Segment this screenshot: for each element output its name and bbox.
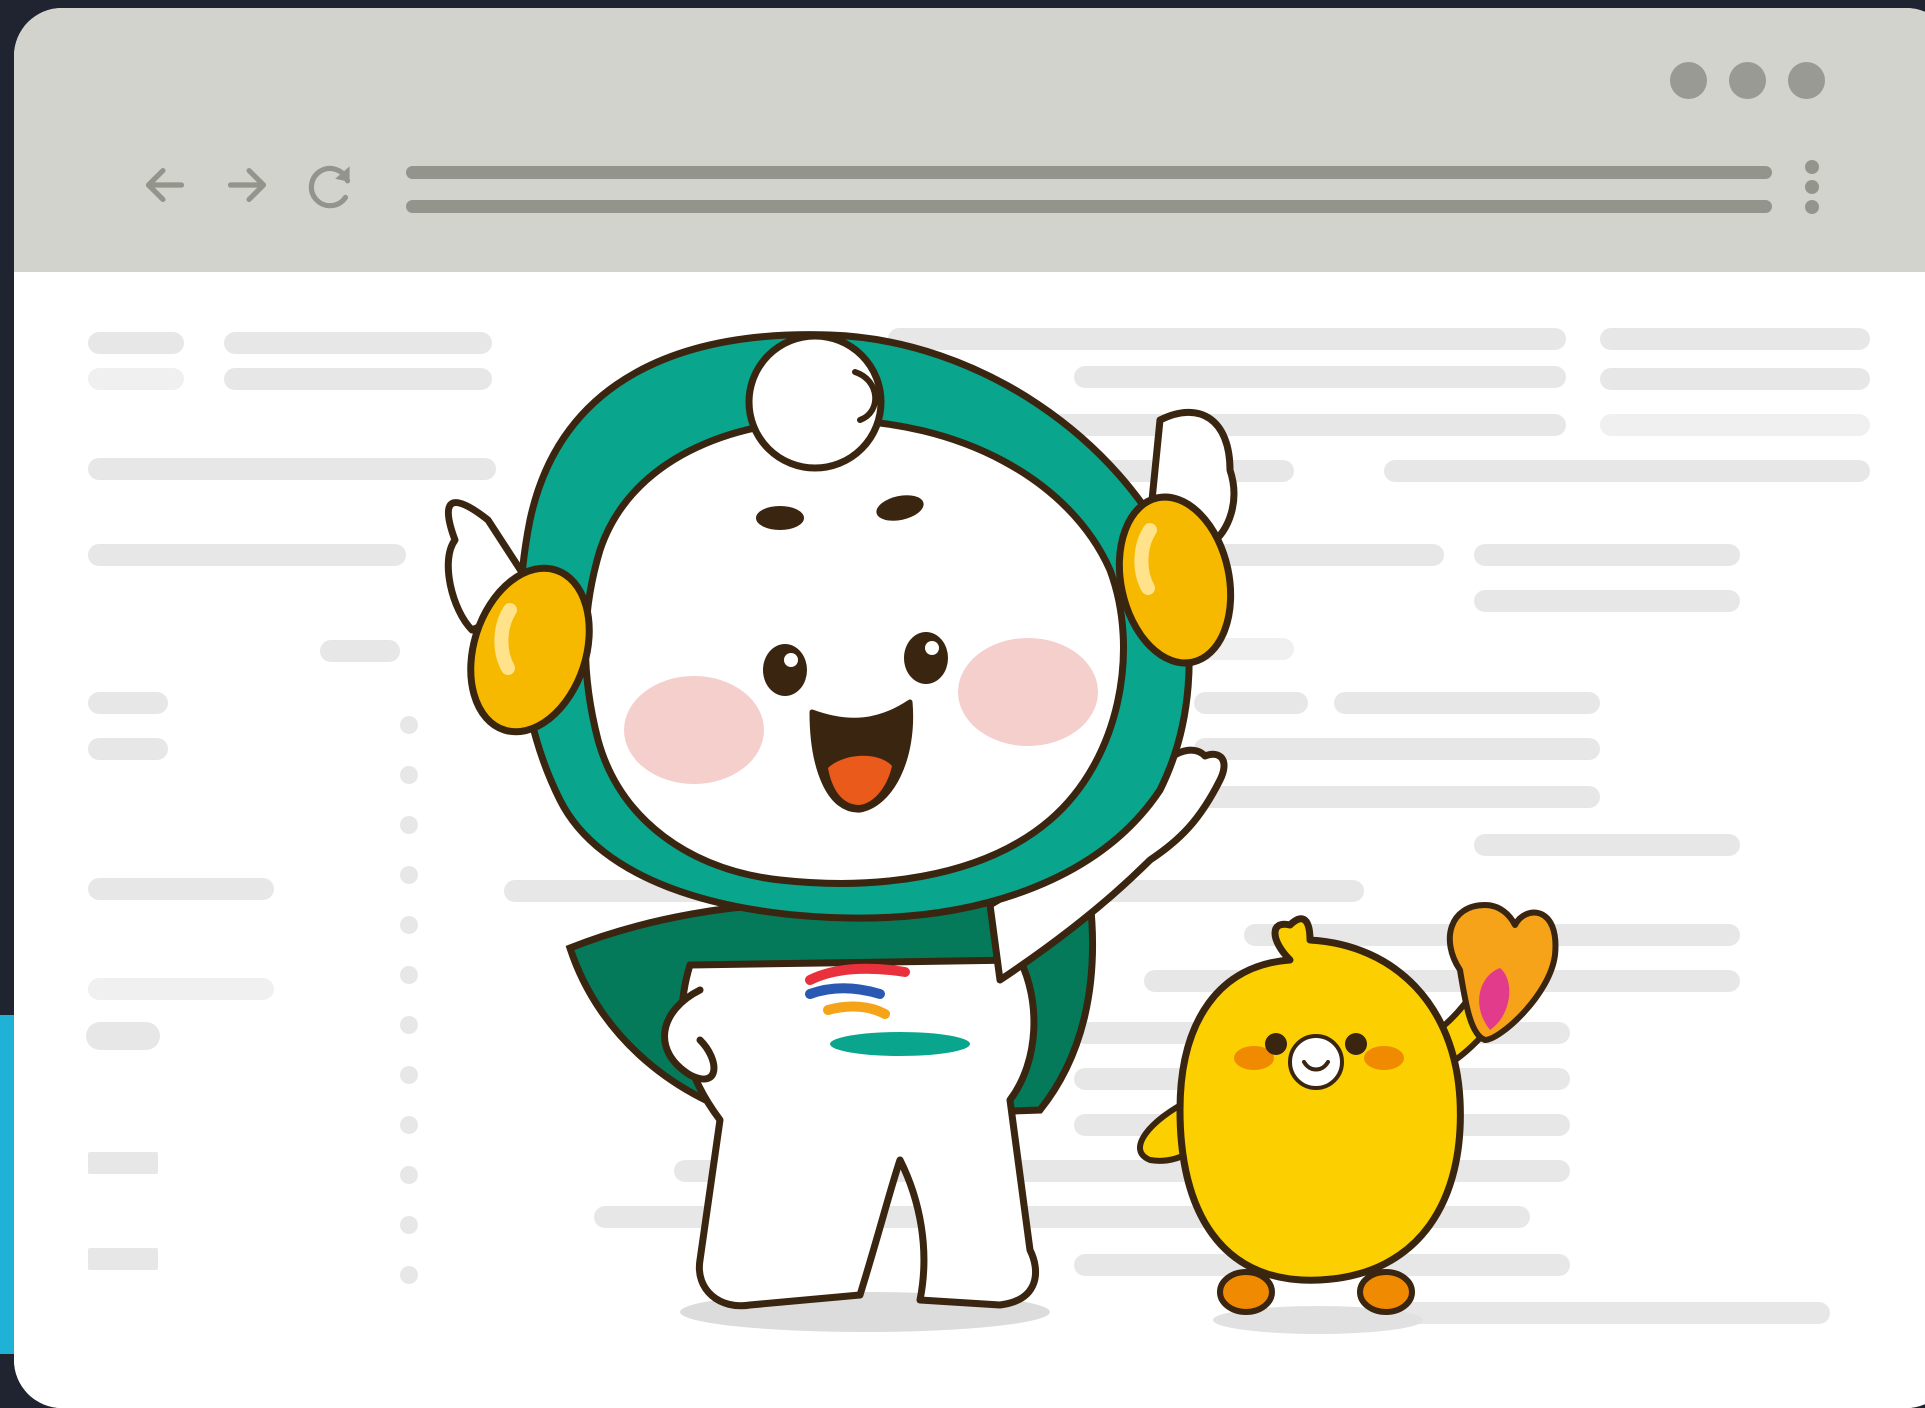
text-placeholder	[1074, 366, 1566, 388]
text-placeholder	[1194, 638, 1294, 660]
text-placeholder	[1334, 692, 1600, 714]
text-placeholder	[88, 368, 184, 390]
address-bar-line	[406, 166, 1772, 179]
text-placeholder	[1194, 692, 1308, 714]
list-bullet	[400, 966, 418, 984]
list-bullet	[400, 1116, 418, 1134]
text-placeholder	[1074, 1068, 1570, 1090]
list-bullet	[400, 916, 418, 934]
text-placeholder	[1384, 460, 1870, 482]
text-placeholder	[224, 332, 492, 354]
list-bullet	[400, 1266, 418, 1284]
window-controls	[1670, 62, 1825, 99]
text-placeholder	[1074, 1114, 1570, 1136]
list-bullet	[400, 766, 418, 784]
text-placeholder	[88, 544, 406, 566]
text-placeholder	[88, 1152, 158, 1174]
text-placeholder	[674, 1160, 1570, 1182]
text-placeholder	[1074, 1254, 1570, 1276]
list-bullet	[400, 1016, 418, 1034]
text-placeholder	[1474, 834, 1740, 856]
forward-button[interactable]	[216, 154, 278, 216]
text-placeholder	[88, 1248, 158, 1270]
text-placeholder	[88, 878, 274, 900]
text-placeholder	[88, 458, 496, 480]
text-placeholder	[1600, 414, 1870, 436]
text-placeholder	[1474, 544, 1740, 566]
text-placeholder	[1394, 1302, 1830, 1324]
list-bullet	[400, 1066, 418, 1084]
reload-icon	[308, 165, 351, 209]
text-placeholder	[86, 1022, 160, 1050]
text-placeholder	[594, 1206, 1530, 1228]
window-control-dot[interactable]	[1788, 62, 1825, 99]
reload-button[interactable]	[300, 154, 362, 216]
text-placeholder	[504, 880, 1364, 902]
text-placeholder	[88, 978, 274, 1000]
browser-toolbar	[14, 8, 1925, 272]
text-placeholder	[88, 692, 168, 714]
text-placeholder	[574, 414, 1566, 436]
list-bullet	[400, 866, 418, 884]
list-bullet	[400, 816, 418, 834]
page-content	[14, 272, 1925, 1408]
text-placeholder	[1194, 786, 1600, 808]
text-placeholder	[1144, 970, 1740, 992]
text-placeholder	[1600, 328, 1870, 350]
back-button[interactable]	[134, 154, 196, 216]
text-placeholder	[1244, 924, 1740, 946]
text-placeholder	[1214, 544, 1444, 566]
text-placeholder	[1044, 460, 1294, 482]
list-bullet	[400, 716, 418, 734]
text-placeholder	[1074, 1022, 1570, 1044]
arrow-right-icon	[227, 167, 267, 203]
arrow-left-icon	[145, 167, 185, 203]
text-placeholder	[1474, 590, 1740, 612]
text-placeholder	[1194, 738, 1600, 760]
text-placeholder	[888, 328, 1566, 350]
list-bullet	[400, 1166, 418, 1184]
text-placeholder	[88, 332, 184, 354]
address-bar[interactable]	[406, 158, 1772, 216]
window-control-dot[interactable]	[1729, 62, 1766, 99]
list-bullet	[400, 1216, 418, 1234]
address-bar-line	[406, 200, 1772, 213]
text-placeholder	[224, 368, 492, 390]
kebab-menu-icon[interactable]	[1802, 160, 1822, 222]
text-placeholder	[88, 738, 168, 760]
text-placeholder	[320, 640, 400, 662]
browser-window	[14, 8, 1925, 1408]
window-control-dot[interactable]	[1670, 62, 1707, 99]
text-placeholder	[1600, 368, 1870, 390]
